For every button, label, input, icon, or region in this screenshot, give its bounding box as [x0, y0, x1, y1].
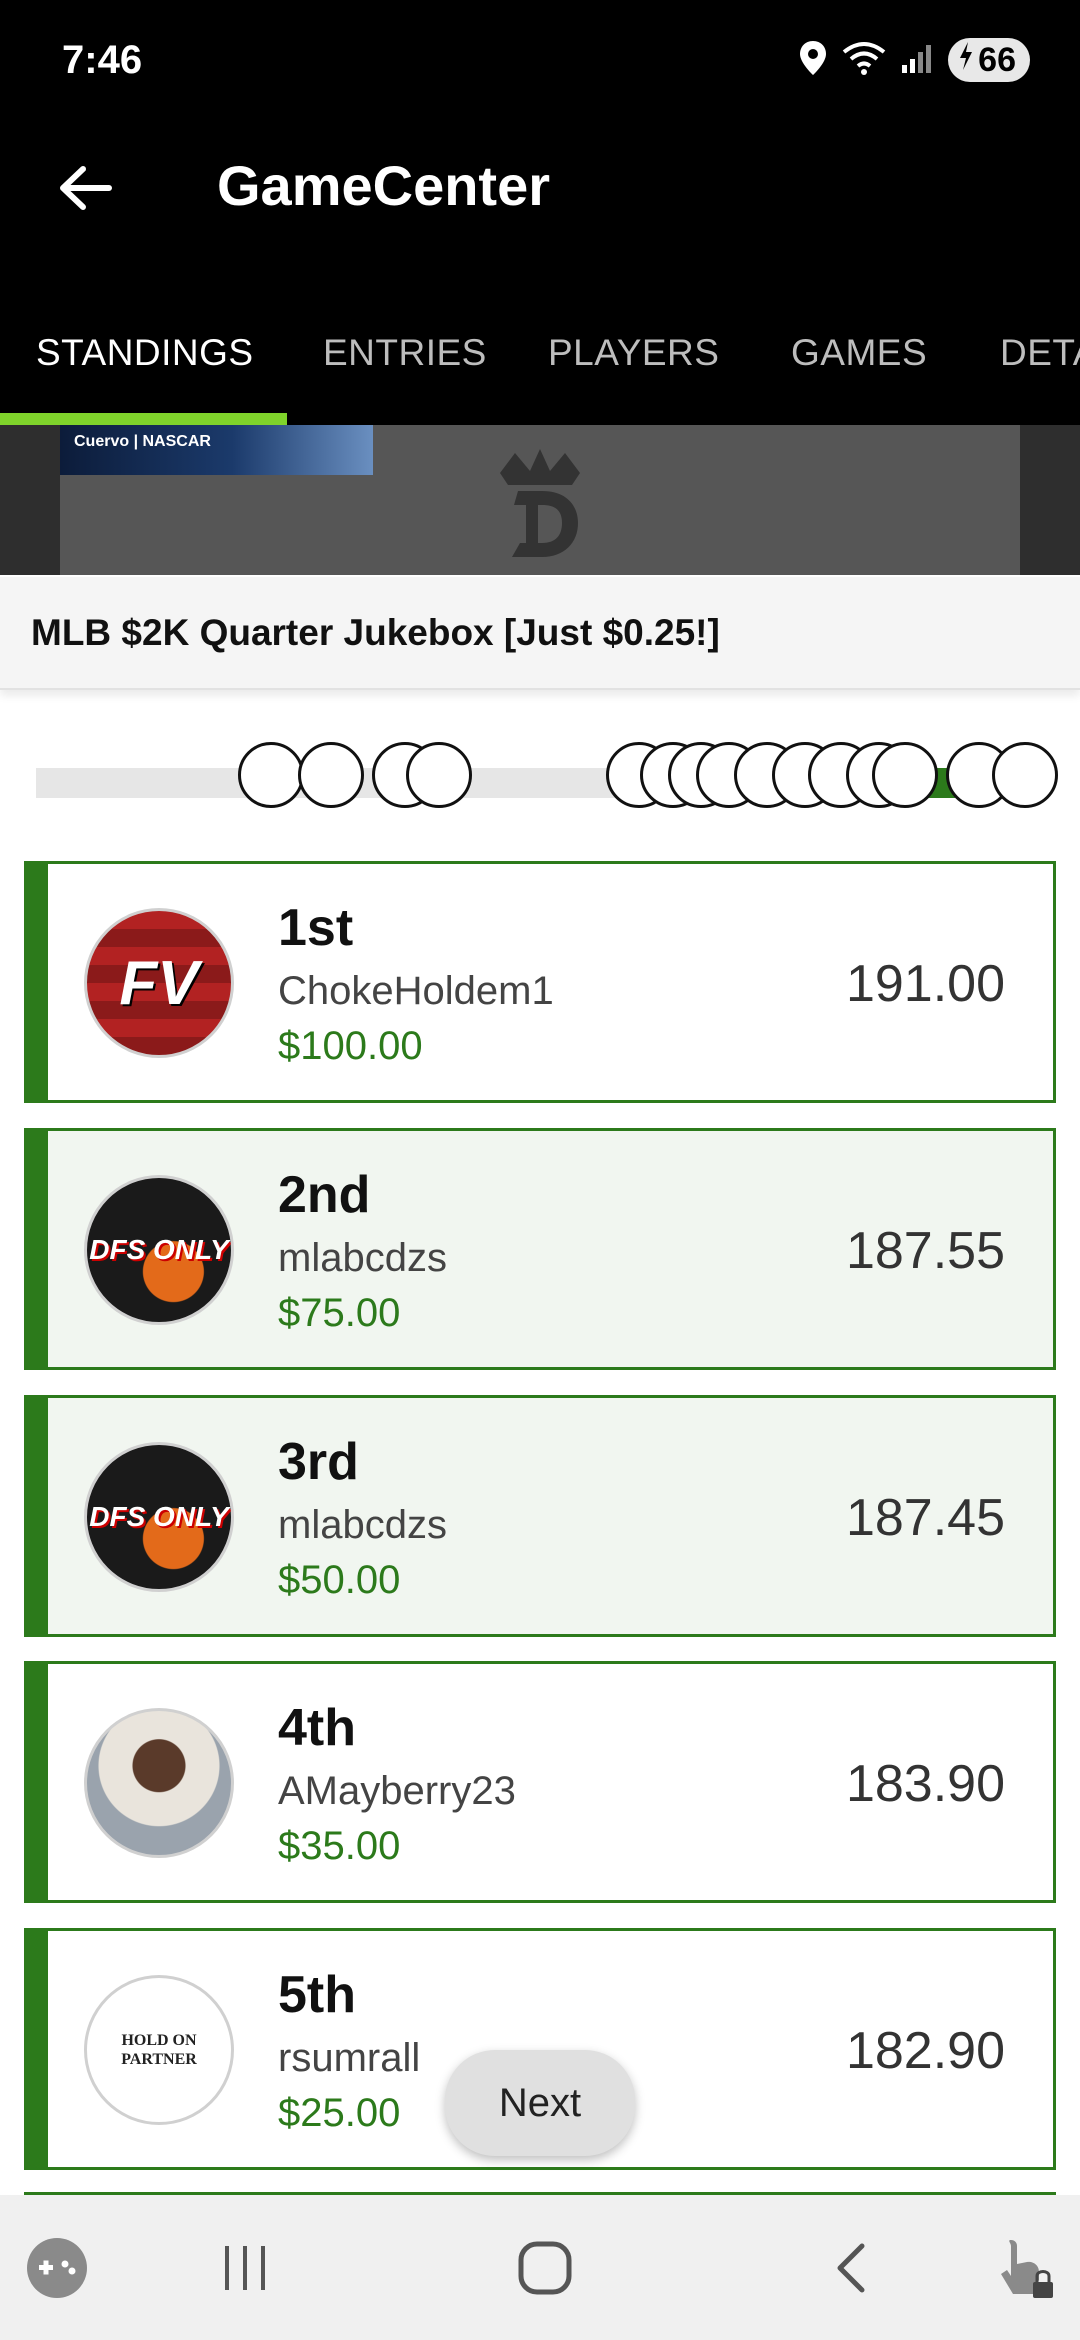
rank-label: 1st: [278, 899, 354, 957]
tab-players[interactable]: PLAYERS: [548, 332, 719, 374]
avatar-text: DFS ONLY: [89, 1234, 229, 1265]
back-button[interactable]: [50, 155, 120, 225]
username: mlabcdzs: [278, 1236, 447, 1280]
avatar-text: HOLD ON PARTNER: [121, 2031, 197, 2068]
back-icon: [828, 2240, 872, 2301]
rank-label: 4th: [278, 1699, 356, 1757]
score: 187.55: [845, 1222, 1005, 1280]
recent-apps-button[interactable]: [205, 2235, 285, 2305]
battery-level: 66: [978, 40, 1016, 79]
standing-card-2[interactable]: DFS ONLY 2nd mlabcdzs $75.00 187.55: [24, 1128, 1056, 1370]
ad-content: Cuervo | NASCAR: [60, 425, 1020, 575]
prize-amount: $25.00: [278, 2091, 401, 2135]
home-icon: [517, 2240, 573, 2301]
tab-entries[interactable]: ENTRIES: [323, 332, 487, 374]
rank-label: 3rd: [278, 1433, 359, 1491]
username: rsumrall: [278, 2036, 421, 2080]
prize-amount: $50.00: [278, 1558, 401, 1602]
track-marker[interactable]: [298, 742, 364, 808]
home-button[interactable]: [505, 2235, 585, 2305]
rank-label: 2nd: [278, 1166, 371, 1224]
battery-charging-icon: [958, 41, 974, 80]
arrow-left-icon: [57, 164, 113, 217]
ad-banner[interactable]: Cuervo | NASCAR: [0, 425, 1080, 575]
tab-standings[interactable]: STANDINGS: [36, 332, 254, 374]
ad-sponsor: Cuervo | NASCAR: [60, 425, 373, 475]
game-tools-button[interactable]: [22, 2235, 92, 2305]
rank-label: 5th: [278, 1966, 356, 2024]
gamepad-icon: [25, 2236, 89, 2305]
status-icons: 66: [798, 38, 1030, 82]
score: 182.90: [845, 2022, 1005, 2080]
system-nav-bar: [0, 2195, 1080, 2340]
avatar-text: FV: [119, 948, 199, 1018]
back-nav-button[interactable]: [810, 2235, 890, 2305]
next-button[interactable]: Next: [445, 2050, 635, 2156]
track-marker[interactable]: [406, 742, 472, 808]
avatar: FV: [84, 908, 234, 1058]
battery-indicator: 66: [948, 38, 1030, 82]
prize-amount: $100.00: [278, 1024, 423, 1068]
tab-indicator: [0, 413, 287, 425]
avatar: DFS ONLY: [84, 1442, 234, 1592]
avatar: HOLD ON PARTNER: [84, 1975, 234, 2125]
standing-card-4[interactable]: 4th AMayberry23 $35.00 183.90: [24, 1661, 1056, 1903]
score: 191.00: [845, 955, 1005, 1013]
contest-header: MLB $2K Quarter Jukebox [Just $0.25!]: [0, 577, 1080, 690]
track-marker[interactable]: [992, 742, 1058, 808]
wifi-icon: [842, 40, 886, 81]
track-marker[interactable]: [238, 742, 304, 808]
prize-amount: $35.00: [278, 1824, 401, 1868]
standing-card-3[interactable]: DFS ONLY 3rd mlabcdzs $50.00 187.45: [24, 1395, 1056, 1637]
standing-card-1[interactable]: FV 1st ChokeHoldem1 $100.00 191.00: [24, 861, 1056, 1103]
tab-games[interactable]: GAMES: [791, 332, 927, 374]
crown-d-logo: [480, 443, 600, 568]
avatar: [84, 1708, 234, 1858]
tab-bar: STANDINGS ENTRIES PLAYERS GAMES DETA: [0, 300, 1080, 428]
contest-title: MLB $2K Quarter Jukebox [Just $0.25!]: [31, 612, 720, 653]
tab-details[interactable]: DETA: [1000, 332, 1080, 374]
status-bar: 7:46 66: [0, 0, 1080, 125]
prize-amount: $75.00: [278, 1291, 401, 1335]
recent-apps-icon: [215, 2242, 275, 2299]
app-bar: GameCenter: [0, 125, 1080, 300]
score: 187.45: [845, 1489, 1005, 1547]
touch-lock-icon: [993, 2234, 1057, 2307]
score: 183.90: [845, 1755, 1005, 1813]
page-title: GameCenter: [217, 154, 551, 217]
track-marker[interactable]: [872, 742, 938, 808]
status-time: 7:46: [62, 38, 143, 82]
username: AMayberry23: [278, 1769, 516, 1813]
username: ChokeHoldem1: [278, 969, 554, 1013]
location-icon: [798, 39, 828, 82]
signal-icon: [900, 41, 934, 80]
avatar-text: DFS ONLY: [89, 1501, 229, 1532]
touch-lock-button[interactable]: [985, 2235, 1065, 2305]
avatar: DFS ONLY: [84, 1175, 234, 1325]
username: mlabcdzs: [278, 1503, 447, 1547]
